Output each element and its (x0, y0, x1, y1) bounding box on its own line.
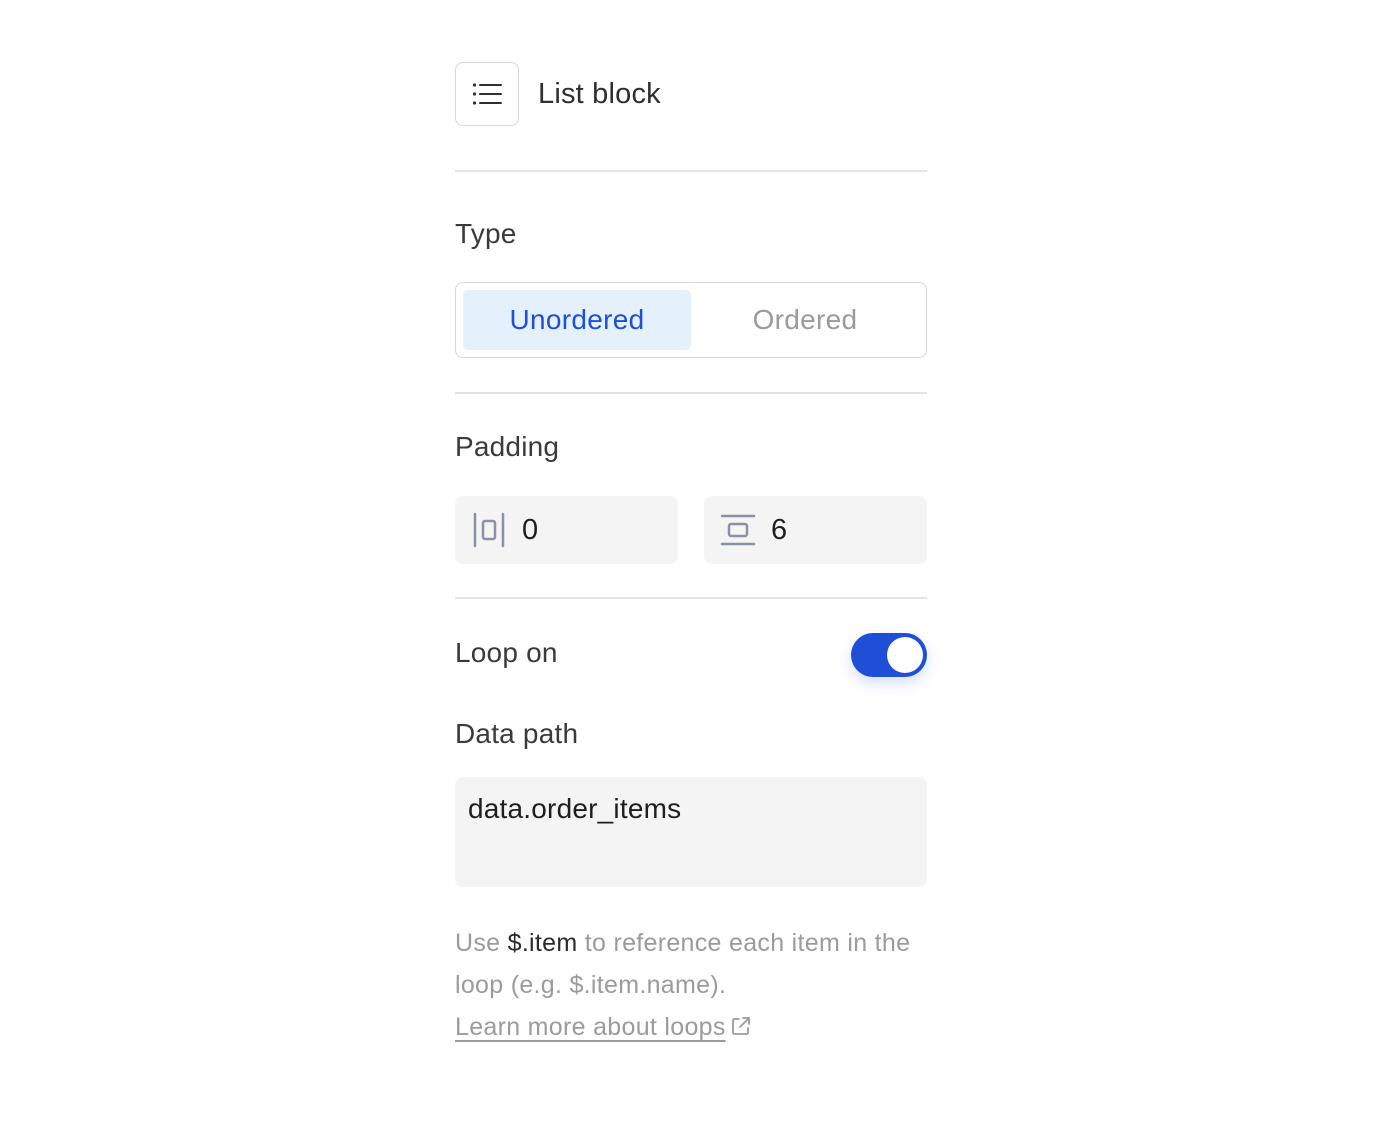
divider (455, 392, 927, 394)
padding-label: Padding (455, 431, 560, 462)
external-link-icon[interactable] (730, 1008, 752, 1050)
toggle-knob (887, 637, 923, 673)
panel-header: List block (455, 61, 661, 127)
type-option-ordered[interactable]: Ordered (691, 290, 919, 350)
loop-toggle[interactable] (851, 633, 927, 677)
data-path-label: Data path (455, 718, 579, 749)
divider (455, 170, 927, 172)
learn-more-loops-link[interactable]: Learn more about loops (455, 1013, 726, 1041)
horizontal-padding-value: 0 (522, 513, 539, 546)
type-label: Type (455, 218, 517, 249)
vertical-padding-value: 6 (771, 513, 788, 546)
help-prefix: Use (455, 929, 508, 957)
horizontal-padding-icon (471, 512, 507, 548)
vertical-padding-icon (720, 512, 756, 548)
loop-label: Loop on (455, 637, 558, 668)
data-path-textarea[interactable]: data.order_items (455, 777, 927, 887)
list-icon (455, 62, 519, 126)
loop-help-text: Use $.item to reference each item in the… (455, 922, 927, 1050)
vertical-padding-input[interactable]: 6 (704, 496, 927, 564)
list-type-segmented-control: Unordered Ordered (455, 282, 927, 358)
type-option-unordered[interactable]: Unordered (463, 290, 691, 350)
help-code: $.item (507, 929, 578, 957)
panel-title: List block (538, 77, 661, 110)
horizontal-padding-input[interactable]: 0 (455, 496, 678, 564)
divider (455, 597, 927, 599)
